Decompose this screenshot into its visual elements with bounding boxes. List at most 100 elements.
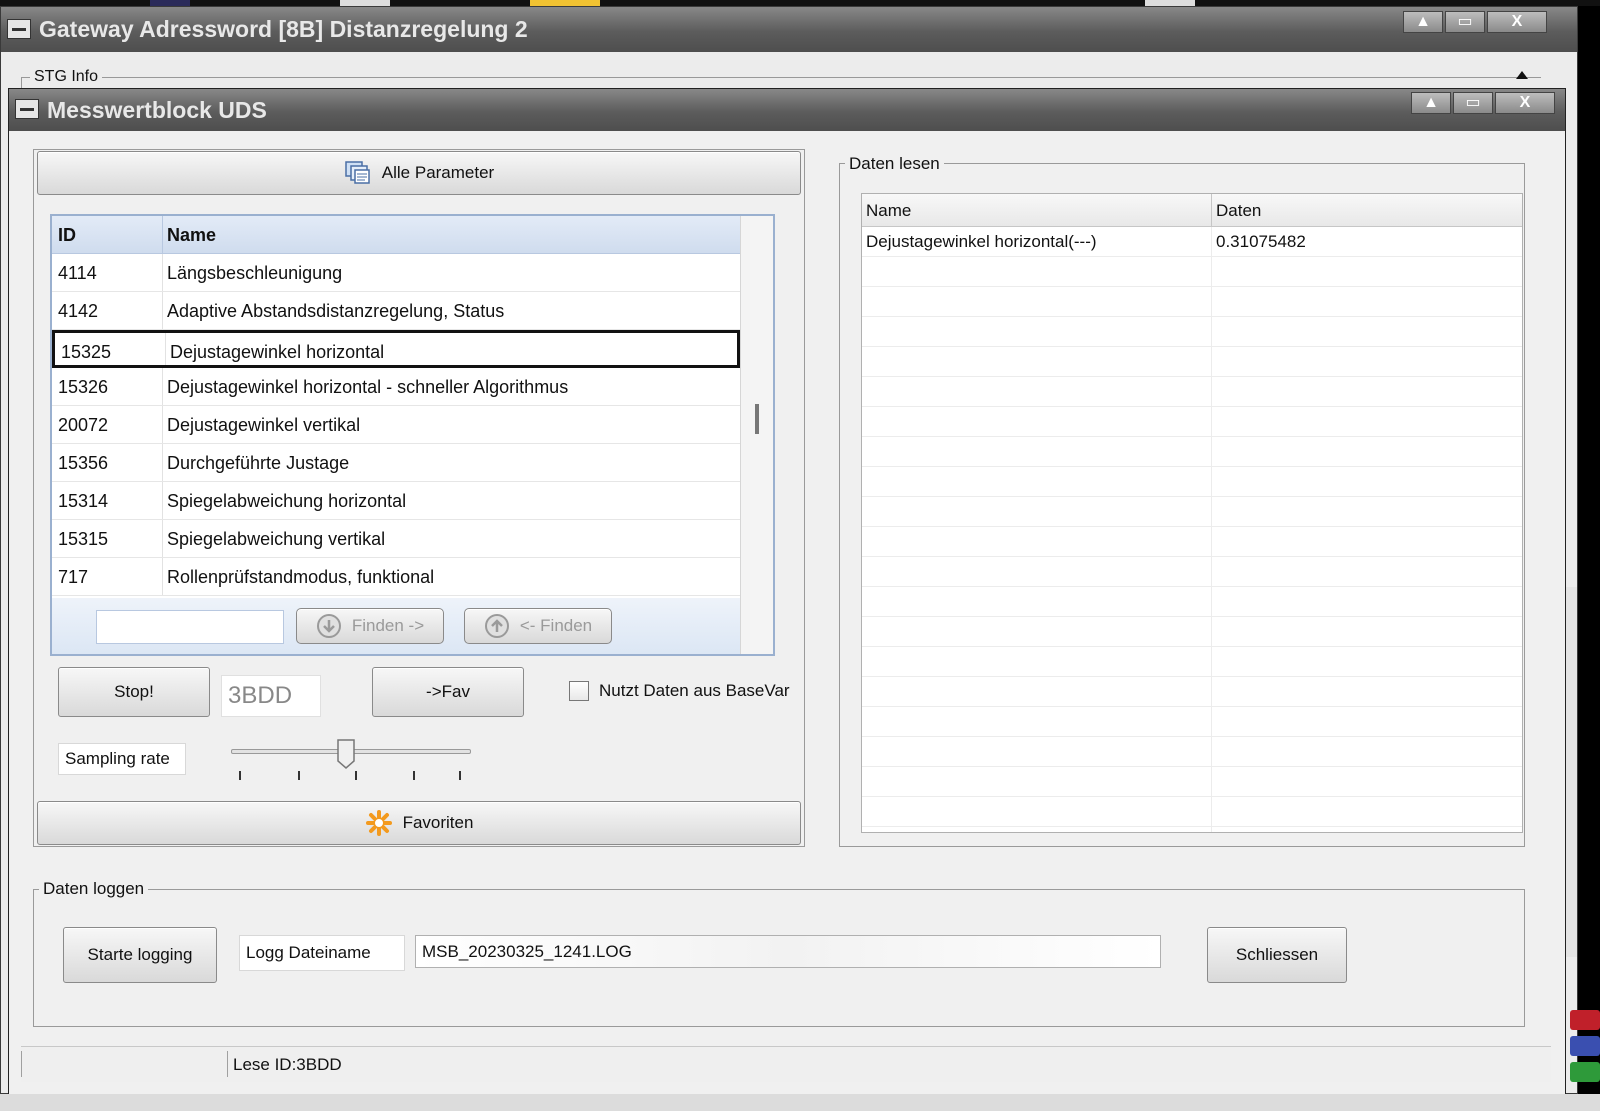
data-table-header: Name Daten xyxy=(862,194,1522,227)
find-previous-button[interactable]: <- Finden xyxy=(464,608,612,644)
parameter-row-selected[interactable]: 15325 Dejustagewinkel horizontal xyxy=(52,330,740,368)
system-menu-icon[interactable] xyxy=(7,19,31,39)
column-separator xyxy=(1211,287,1212,317)
empty-data-row xyxy=(862,317,1522,347)
system-tray xyxy=(1566,1010,1600,1090)
maximize-button[interactable]: ▭ xyxy=(1445,11,1485,33)
column-header-id[interactable]: ID xyxy=(58,225,76,246)
add-to-favorites-button[interactable]: ->Fav xyxy=(372,667,524,717)
empty-data-row xyxy=(862,737,1522,767)
log-filename-label: Logg Dateiname xyxy=(239,935,405,971)
tray-icon[interactable] xyxy=(1570,1010,1600,1030)
column-separator xyxy=(1211,527,1212,557)
empty-data-row xyxy=(862,587,1522,617)
empty-data-row xyxy=(862,497,1522,527)
favorites-label: Favoriten xyxy=(402,813,474,832)
minimize-button[interactable]: ▲ xyxy=(1403,11,1443,33)
parameter-row[interactable]: 15315 Spiegelabweichung vertikal xyxy=(52,520,740,558)
log-filename-field[interactable]: MSB_20230325_1241.LOG xyxy=(415,935,1161,968)
parameter-row[interactable]: 4114 Längsbeschleunigung xyxy=(52,254,740,292)
arrow-up-circle-icon xyxy=(484,614,509,638)
column-separator xyxy=(1211,347,1212,377)
column-separator xyxy=(1211,557,1212,587)
collapse-arrow-icon[interactable] xyxy=(1516,71,1528,79)
stg-info-label: STG Info xyxy=(30,68,103,86)
search-input[interactable] xyxy=(96,610,284,644)
arrow-down-circle-icon xyxy=(316,614,341,638)
close-button[interactable]: X xyxy=(1495,92,1555,114)
empty-data-row xyxy=(862,707,1522,737)
parameter-id: 15325 xyxy=(61,342,112,362)
parameter-list-scrollbar[interactable] xyxy=(740,216,773,654)
find-next-label: Finden -> xyxy=(351,616,425,635)
start-logging-button[interactable]: Starte logging xyxy=(63,927,217,983)
parameter-name: Spiegelabweichung horizontal xyxy=(167,491,407,511)
empty-data-row xyxy=(862,677,1522,707)
parameter-row[interactable]: 15314 Spiegelabweichung horizontal xyxy=(52,482,740,520)
parameter-name: Dejustagewinkel vertikal xyxy=(167,415,361,435)
column-separator xyxy=(1211,227,1212,257)
close-dialog-button[interactable]: Schliessen xyxy=(1207,927,1347,983)
column-separator xyxy=(1211,497,1212,527)
sampling-rate-slider-thumb[interactable] xyxy=(336,739,355,769)
column-header-data[interactable]: Daten xyxy=(1216,201,1261,221)
column-header-name[interactable]: Name xyxy=(866,201,911,221)
outer-window-title: Gateway Adressword [8B] Distanzregelung … xyxy=(39,16,528,42)
id-field[interactable]: 3BDD xyxy=(221,675,321,717)
parameter-list-header: ID Name xyxy=(52,216,740,254)
all-parameters-button[interactable]: Alle Parameter xyxy=(37,151,801,195)
parameter-name: Rollenprüfstandmodus, funktional xyxy=(167,567,435,587)
favorites-button[interactable]: Favoriten xyxy=(37,801,801,845)
empty-data-row xyxy=(862,527,1522,557)
column-separator xyxy=(1211,617,1212,647)
column-separator xyxy=(162,520,163,557)
empty-data-row xyxy=(862,257,1522,287)
find-bar: Finden -> <- Finden xyxy=(52,598,740,654)
maximize-button[interactable]: ▭ xyxy=(1453,92,1493,114)
system-menu-icon[interactable] xyxy=(15,99,39,119)
bottom-strip xyxy=(0,1094,1600,1111)
minimize-button[interactable]: ▲ xyxy=(1411,92,1451,114)
parameter-row[interactable]: 20072 Dejustagewinkel vertikal xyxy=(52,406,740,444)
slider-tick xyxy=(239,771,241,780)
header-separator xyxy=(162,216,163,254)
status-text: Lese ID:3BDD xyxy=(233,1055,342,1074)
scrollbar-thumb[interactable] xyxy=(755,404,759,434)
parameter-id: 4142 xyxy=(58,301,99,321)
column-separator xyxy=(162,558,163,595)
parameter-name: Längsbeschleunigung xyxy=(167,263,343,283)
inner-titlebar[interactable]: Messwertblock UDS ▲ ▭ X xyxy=(9,89,1565,131)
parameter-row[interactable]: 15356 Durchgeführte Justage xyxy=(52,444,740,482)
parameter-id: 15314 xyxy=(58,491,109,511)
all-parameters-label: Alle Parameter xyxy=(381,163,495,182)
tray-icon[interactable] xyxy=(1570,1036,1600,1056)
column-header-name[interactable]: Name xyxy=(167,225,216,246)
empty-data-row xyxy=(862,767,1522,797)
data-row[interactable]: Dejustagewinkel horizontal(---) 0.3107548… xyxy=(862,227,1522,257)
column-separator xyxy=(162,444,163,481)
stop-button[interactable]: Stop! xyxy=(58,667,210,717)
column-separator xyxy=(1211,257,1212,287)
find-next-button[interactable]: Finden -> xyxy=(296,608,444,644)
data-value-cell: 0.31075482 xyxy=(1216,232,1306,251)
empty-data-row xyxy=(862,797,1522,827)
column-separator xyxy=(162,482,163,519)
parameter-row[interactable]: 4142 Adaptive Abstandsdistanzregelung, St… xyxy=(52,292,740,330)
tray-icon[interactable] xyxy=(1570,1062,1600,1082)
empty-data-row xyxy=(862,467,1522,497)
find-previous-label: <- Finden xyxy=(519,616,593,635)
column-separator xyxy=(162,292,163,329)
slider-tick xyxy=(413,771,415,780)
data-read-table: Name Daten Dejustagewinkel horizontal(--… xyxy=(861,193,1523,833)
column-separator xyxy=(1211,647,1212,677)
parameter-id: 15326 xyxy=(58,377,109,397)
parameter-row[interactable]: 15326 Dejustagewinkel horizontal - schnel… xyxy=(52,368,740,406)
close-button[interactable]: X xyxy=(1487,11,1547,33)
parameter-name: Dejustagewinkel horizontal - schneller A… xyxy=(167,377,569,397)
column-separator xyxy=(1211,737,1212,767)
outer-titlebar[interactable]: Gateway Adressword [8B] Distanzregelung … xyxy=(1,7,1577,52)
basevar-checkbox[interactable] xyxy=(569,681,589,701)
data-log-label: Daten loggen xyxy=(39,879,149,899)
empty-data-row xyxy=(862,347,1522,377)
parameter-row[interactable]: 717 Rollenprüfstandmodus, funktional xyxy=(52,558,740,596)
